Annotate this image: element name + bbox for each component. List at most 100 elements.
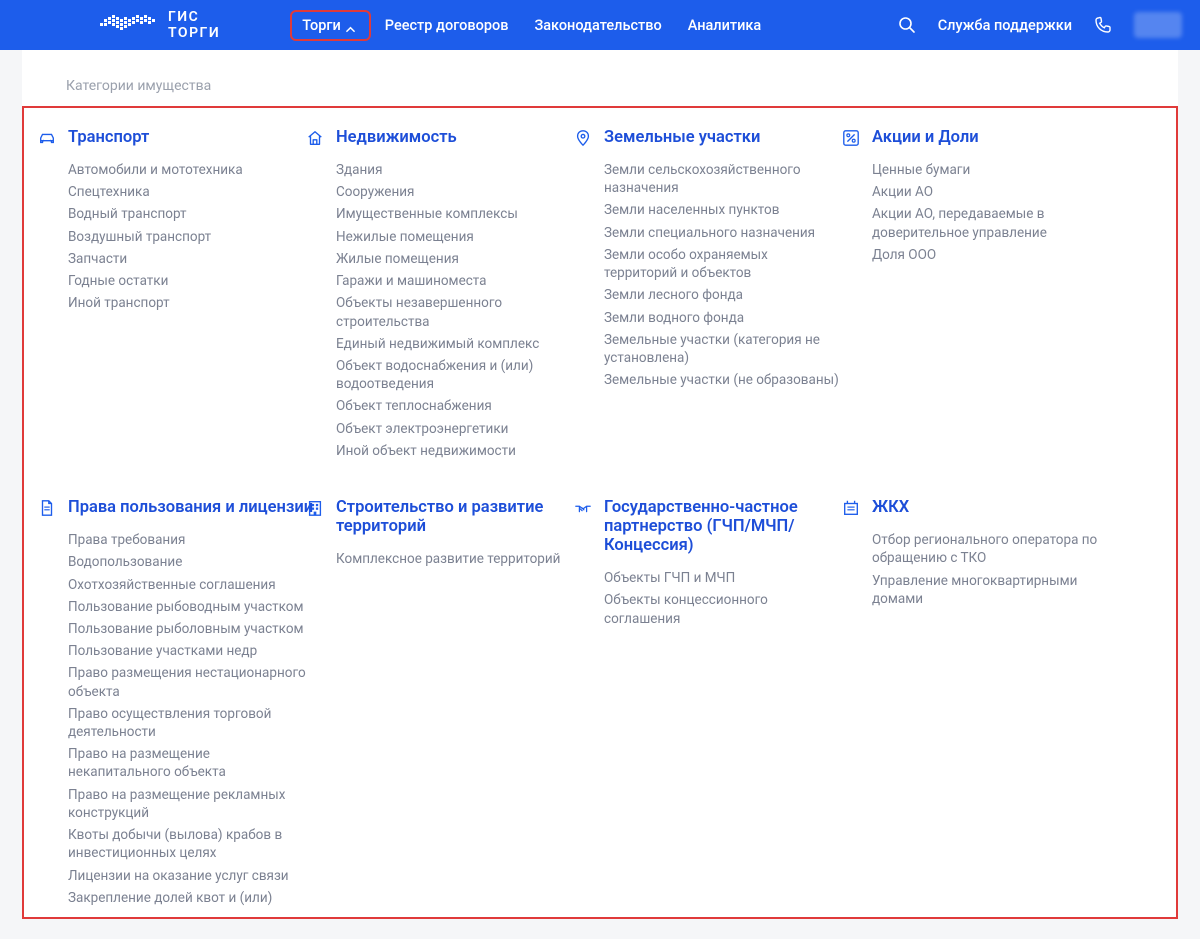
category-title-label: Акции и Доли (872, 128, 979, 147)
category-item[interactable]: Объект теплоснабжения (336, 397, 576, 415)
category-items: Объекты ГЧП и МЧП Объекты концессионного … (604, 569, 864, 628)
category-item[interactable]: Отбор регионального оператора по обращен… (872, 531, 1112, 567)
phone-button[interactable] (1094, 16, 1112, 34)
category-item[interactable]: Земельные участки (категория не установл… (604, 331, 844, 367)
support-link[interactable]: Служба поддержки (938, 17, 1072, 34)
category-item[interactable]: Спецтехника (68, 183, 308, 201)
category-block: Транспорт Автомобили и мототехника Спецтех… (68, 128, 328, 460)
page: Категории имущества Транспорт Автомобили … (0, 50, 1200, 939)
house-icon (306, 129, 324, 147)
header: ГИС ТОРГИ Торги Реестр договоров Законод… (0, 0, 1200, 50)
category-items: Ценные бумаги Акции АО Акции АО, передавае… (872, 161, 1132, 264)
category-item[interactable]: Право осуществления торговой деятельност… (68, 705, 308, 741)
category-title[interactable]: Права пользования и лицензии (68, 498, 328, 517)
document-icon (38, 499, 56, 517)
logo[interactable]: ГИС ТОРГИ (100, 9, 220, 41)
category-item[interactable]: Нежилые помещения (336, 228, 576, 246)
category-title-label: Транспорт (68, 128, 149, 147)
category-item[interactable]: Гаражи и машиноместа (336, 272, 576, 290)
category-item[interactable]: Объекты незавершенного строительства (336, 294, 576, 330)
category-item[interactable]: Акции АО, передаваемые в доверительное у… (872, 205, 1112, 241)
category-block: Акции и Доли Ценные бумаги Акции АО Акции А… (872, 128, 1132, 460)
category-item[interactable]: Объекты ГЧП и МЧП (604, 569, 844, 587)
category-item[interactable]: Пользование рыбоводным участком (68, 598, 308, 616)
category-item[interactable]: Земли специального назначения (604, 224, 844, 242)
category-item[interactable]: Право на размещение некапитального объек… (68, 745, 308, 781)
category-item[interactable]: Единый недвижимый комплекс (336, 335, 576, 353)
category-title[interactable]: Акции и Доли (872, 128, 1132, 147)
category-title-label: Строительство и развитие территорий (336, 498, 596, 536)
nav-analytics[interactable]: Аналитика (676, 10, 774, 41)
category-item[interactable]: Комплексное развитие территорий (336, 550, 576, 568)
category-title[interactable]: Строительство и развитие территорий (336, 498, 596, 536)
category-item[interactable]: Охотхозяйственные соглашения (68, 576, 308, 594)
category-item[interactable]: Управление многоквартирными домами (872, 572, 1112, 608)
category-item[interactable]: Пользование рыболовным участком (68, 620, 308, 638)
category-item[interactable]: Пользование участками недр (68, 642, 308, 660)
category-item[interactable]: Воздушный транспорт (68, 228, 308, 246)
category-item[interactable]: Автомобили и мототехника (68, 161, 308, 179)
category-item[interactable]: Сооружения (336, 183, 576, 201)
category-item[interactable]: Объект электроэнергетики (336, 420, 576, 438)
category-item[interactable]: Годные остатки (68, 272, 308, 290)
category-item[interactable]: Водный транспорт (68, 205, 308, 223)
category-block: ЖКХ Отбор регионального оператора по обра… (872, 498, 1132, 907)
page-title: Категории имущества (22, 50, 1178, 106)
category-item[interactable]: Запчасти (68, 250, 308, 268)
category-item[interactable]: Водопользование (68, 553, 308, 571)
category-block: Строительство и развитие территорий Компл… (336, 498, 596, 907)
category-items: Автомобили и мототехника Спецтехника Водны… (68, 161, 328, 313)
category-title-label: ЖКХ (872, 498, 909, 517)
nav-contracts[interactable]: Реестр договоров (373, 10, 521, 41)
category-item[interactable]: Объекты концессионного соглашения (604, 591, 844, 627)
category-title[interactable]: ЖКХ (872, 498, 1132, 517)
category-title[interactable]: Недвижимость (336, 128, 596, 147)
category-item[interactable]: Объект водоснабжения и (или) водоотведен… (336, 357, 576, 393)
nav-torgi[interactable]: Торги (290, 10, 371, 41)
category-item[interactable]: Право на размещение рекламных конструкци… (68, 786, 308, 822)
category-item[interactable]: Права требования (68, 531, 308, 549)
category-item[interactable]: Жилые помещения (336, 250, 576, 268)
category-title-label: Недвижимость (336, 128, 457, 147)
category-title-label: Земельные участки (604, 128, 760, 147)
nav-law[interactable]: Законодательство (522, 10, 673, 41)
category-items: Комплексное развитие территорий (336, 550, 596, 568)
category-item[interactable]: Лицензии на оказание услуг связи (68, 867, 308, 885)
category-item[interactable]: Земли лесного фонда (604, 286, 844, 304)
logo-line2: ТОРГИ (168, 25, 220, 41)
search-button[interactable] (898, 16, 916, 34)
category-title-label: Права пользования и лицензии (68, 498, 313, 517)
category-title[interactable]: Транспорт (68, 128, 328, 147)
category-item[interactable]: Ценные бумаги (872, 161, 1112, 179)
category-title[interactable]: Государственно-частное партнерство (ГЧП/… (604, 498, 864, 555)
chevron-up-icon (346, 21, 355, 30)
category-item[interactable]: Акции АО (872, 183, 1112, 201)
category-item[interactable]: Земли населенных пунктов (604, 201, 844, 219)
utilities-icon (842, 499, 860, 517)
percent-icon (842, 129, 860, 147)
category-item[interactable]: Имущественные комплексы (336, 205, 576, 223)
category-block: Недвижимость Здания Сооружения Имущественны… (336, 128, 596, 460)
category-items: Здания Сооружения Имущественные комплексы Н… (336, 161, 596, 460)
building-icon (306, 499, 324, 517)
category-item[interactable]: Доля ООО (872, 246, 1112, 264)
category-item[interactable]: Квоты добычи (вылова) крабов в инвестици… (68, 826, 308, 862)
category-item[interactable]: Иной объект недвижимости (336, 442, 576, 460)
category-item[interactable]: Земельные участки (не образованы) (604, 371, 844, 389)
category-item[interactable]: Иной транспорт (68, 294, 308, 312)
category-items: Права требования Водопользование Охотхозяй… (68, 531, 328, 907)
category-item[interactable]: Земли водного фонда (604, 309, 844, 327)
category-item[interactable]: Здания (336, 161, 576, 179)
logo-map-icon (100, 9, 158, 41)
category-item[interactable]: Земли особо охраняемых территорий и объе… (604, 246, 844, 282)
category-block: Права пользования и лицензии Права требов… (68, 498, 328, 907)
category-item[interactable]: Закрепление долей квот и (или) (68, 889, 308, 907)
category-item[interactable]: Право размещения нестационарного объекта (68, 664, 308, 700)
phone-icon (1094, 16, 1112, 34)
category-title[interactable]: Земельные участки (604, 128, 864, 147)
header-right: Служба поддержки (898, 12, 1182, 38)
logo-line1: ГИС (168, 9, 220, 25)
category-item[interactable]: Земли сельскохозяйственного назначения (604, 161, 844, 197)
user-account[interactable] (1134, 12, 1182, 38)
category-title-label: Государственно-частное партнерство (ГЧП/… (604, 498, 864, 555)
